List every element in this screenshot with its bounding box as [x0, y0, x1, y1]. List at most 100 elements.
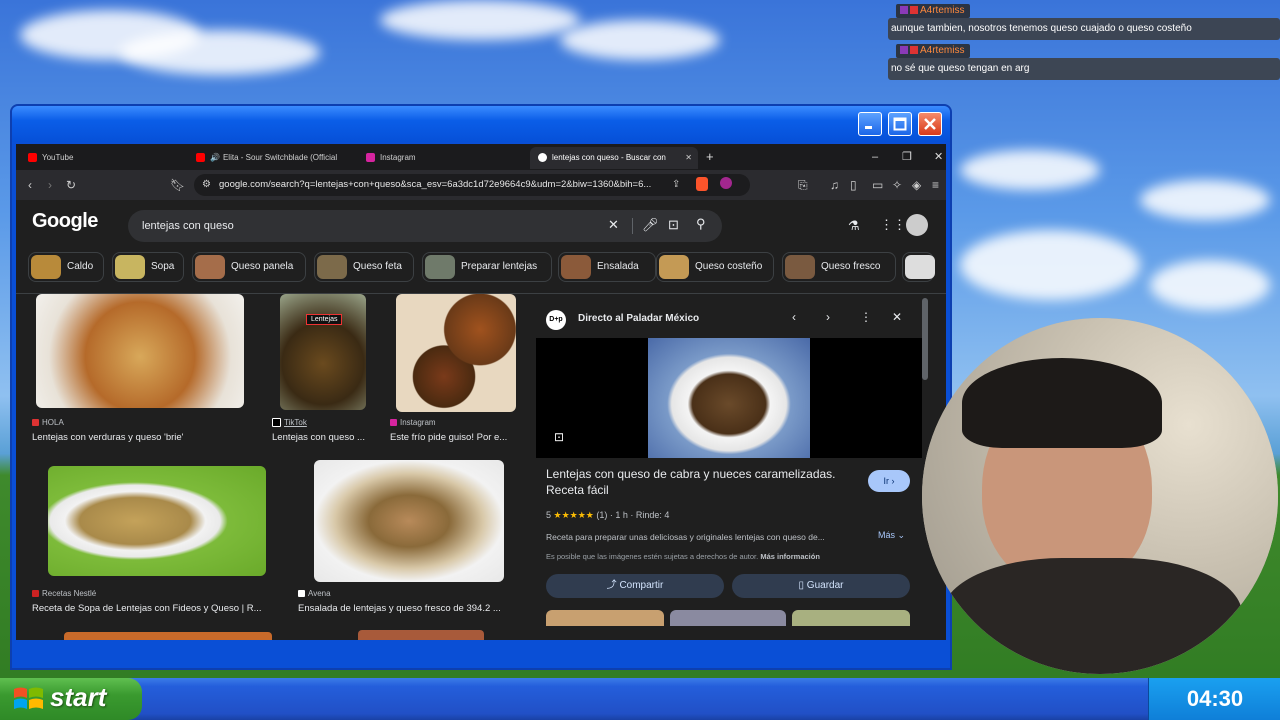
- menu-icon[interactable]: ≡: [932, 177, 939, 193]
- search-box[interactable]: lentejas con queso ✕ 🎤︎ ⊡ ⚲: [128, 210, 722, 242]
- forward-icon[interactable]: ›: [48, 177, 52, 193]
- next-icon[interactable]: ›: [826, 310, 830, 324]
- result-source[interactable]: Avena: [298, 589, 331, 598]
- stars-icon: ★★★★★: [553, 510, 594, 520]
- result-title[interactable]: Lentejas con verduras y queso 'brie': [32, 432, 252, 443]
- start-button[interactable]: start: [0, 678, 142, 720]
- badge-icon: [900, 46, 908, 55]
- maximize-button[interactable]: [888, 112, 912, 136]
- chat-message: aunque tambien, nosotros tenemos queso c…: [888, 18, 1280, 40]
- chip-queso-feta[interactable]: Queso feta: [314, 252, 414, 282]
- close-icon[interactable]: ✕: [934, 144, 943, 170]
- leo-icon[interactable]: ✧: [892, 177, 902, 193]
- microphone-icon[interactable]: 🎤︎: [642, 217, 659, 233]
- music-icon[interactable]: ♫: [830, 177, 839, 193]
- labs-icon[interactable]: ⚗: [848, 218, 860, 234]
- apps-icon[interactable]: ⋮⋮: [880, 217, 906, 233]
- xp-window: YouTube 🔊 Elita - Sour Switchblade (Offic…: [10, 104, 952, 670]
- google-results-page: Google lentejas con queso ✕ 🎤︎ ⊡ ⚲ ⚗ ⋮⋮ …: [16, 200, 946, 640]
- more-info-link[interactable]: Más información: [760, 552, 820, 561]
- wallet-icon[interactable]: ▭: [872, 177, 883, 193]
- chip-more[interactable]: [902, 252, 935, 282]
- mod-icon: [910, 46, 918, 55]
- webcam-feed: [922, 318, 1278, 674]
- previous-icon[interactable]: ‹: [792, 310, 796, 324]
- visit-button[interactable]: Ir ›: [868, 470, 910, 492]
- result-source[interactable]: Recetas Nestlé: [32, 589, 96, 598]
- chip-preparar-lentejas[interactable]: Preparar lentejas: [422, 252, 552, 282]
- restore-icon[interactable]: ❐: [902, 144, 912, 170]
- filter-chips: Caldo Sopa Queso panela Queso feta Prepa…: [28, 250, 935, 286]
- brave-shield-icon[interactable]: [696, 177, 708, 191]
- tab-google-search[interactable]: lentejas con queso - Buscar con ✕: [530, 147, 698, 169]
- close-panel-icon[interactable]: ✕: [892, 310, 902, 324]
- save-button[interactable]: ▯ Guardar: [732, 574, 910, 598]
- vpn-icon[interactable]: ◈: [912, 177, 921, 193]
- related-thumbnail[interactable]: [670, 610, 786, 626]
- more-options-icon[interactable]: ⋮: [860, 310, 872, 324]
- browser-window: YouTube 🔊 Elita - Sour Switchblade (Offic…: [16, 144, 946, 640]
- chip-queso-costeno[interactable]: Queso costeño: [656, 252, 774, 282]
- related-thumbnail[interactable]: [792, 610, 910, 626]
- result-source[interactable]: HOLA: [32, 418, 64, 427]
- result-image[interactable]: [48, 466, 266, 576]
- clear-icon[interactable]: ✕: [608, 217, 619, 233]
- google-logo[interactable]: Google: [32, 210, 98, 233]
- chip-queso-fresco[interactable]: Queso fresco: [782, 252, 896, 282]
- rewards-icon[interactable]: [720, 177, 732, 189]
- lens-icon[interactable]: ⊡: [668, 217, 679, 233]
- window-titlebar[interactable]: [12, 106, 950, 142]
- recipe-meta: 5 ★★★★★ (1) · 1 h · Rinde: 4: [546, 510, 670, 520]
- related-thumbnail[interactable]: [546, 610, 664, 626]
- close-tab-icon[interactable]: ✕: [685, 147, 692, 169]
- tab-elita[interactable]: 🔊 Elita - Sour Switchblade (Official: [196, 147, 356, 169]
- new-tab-button[interactable]: +: [706, 144, 714, 170]
- screenshot-icon[interactable]: ⎘: [798, 177, 808, 193]
- chip-sopa[interactable]: Sopa: [112, 252, 184, 282]
- result-image[interactable]: [396, 294, 516, 412]
- more-button[interactable]: Más ⌄: [878, 530, 905, 541]
- panel-source[interactable]: Directo al Paladar México: [578, 308, 699, 330]
- result-image[interactable]: [64, 632, 272, 640]
- result-source[interactable]: TikTok: [272, 418, 307, 428]
- result-title[interactable]: Ensalada de lentejas y queso fresco de 3…: [298, 603, 512, 614]
- close-button[interactable]: [918, 112, 942, 136]
- back-icon[interactable]: ‹: [28, 177, 32, 193]
- site-info-icon[interactable]: ⚙: [202, 177, 211, 193]
- source-logo[interactable]: D+p: [546, 310, 566, 330]
- tab-youtube[interactable]: YouTube: [26, 147, 188, 169]
- reload-icon[interactable]: ↻: [66, 177, 76, 193]
- bookmark-icon[interactable]: 🔖︎: [170, 177, 185, 193]
- search-icon[interactable]: ⚲: [696, 216, 706, 232]
- share-button[interactable]: ⤴ Compartir: [546, 574, 724, 598]
- sidebar-icon[interactable]: ▯: [850, 177, 857, 193]
- result-title[interactable]: Lentejas con queso ...: [272, 432, 376, 443]
- url-text[interactable]: google.com/search?q=lentejas+con+queso&s…: [219, 174, 651, 196]
- minimize-icon[interactable]: –: [872, 144, 878, 170]
- recipe-photo: [648, 338, 810, 458]
- result-image[interactable]: [358, 630, 484, 640]
- panel-title[interactable]: Lentejas con queso de cabra y nueces car…: [546, 466, 856, 498]
- share-icon[interactable]: ⇪: [672, 177, 680, 193]
- youtube-icon: [196, 153, 205, 163]
- clock[interactable]: 04:30: [1149, 678, 1280, 720]
- result-image[interactable]: [314, 460, 504, 582]
- search-input[interactable]: lentejas con queso: [142, 210, 234, 242]
- result-title[interactable]: Receta de Sopa de Lentejas con Fideos y …: [32, 603, 276, 614]
- chip-caldo[interactable]: Caldo: [28, 252, 104, 282]
- copyright-note: Es posible que las imágenes estén sujeta…: [546, 552, 820, 561]
- minimize-button[interactable]: [858, 112, 882, 136]
- chip-ensalada[interactable]: Ensalada: [558, 252, 656, 282]
- tab-instagram[interactable]: Instagram: [366, 147, 526, 169]
- chip-queso-panela[interactable]: Queso panela: [192, 252, 306, 282]
- lens-search-icon[interactable]: ⊡: [554, 430, 564, 444]
- taskbar: start 04:30: [0, 678, 1280, 720]
- panel-image[interactable]: ⊡: [536, 338, 922, 458]
- result-source[interactable]: Instagram: [390, 418, 436, 427]
- badge-icon: [900, 6, 908, 15]
- result-image[interactable]: [280, 294, 366, 410]
- address-bar[interactable]: ⚙ google.com/search?q=lentejas+con+queso…: [194, 174, 750, 196]
- result-title[interactable]: Este frío pide guiso! Por e...: [390, 432, 520, 443]
- result-image[interactable]: [36, 294, 244, 408]
- avatar[interactable]: [906, 214, 928, 236]
